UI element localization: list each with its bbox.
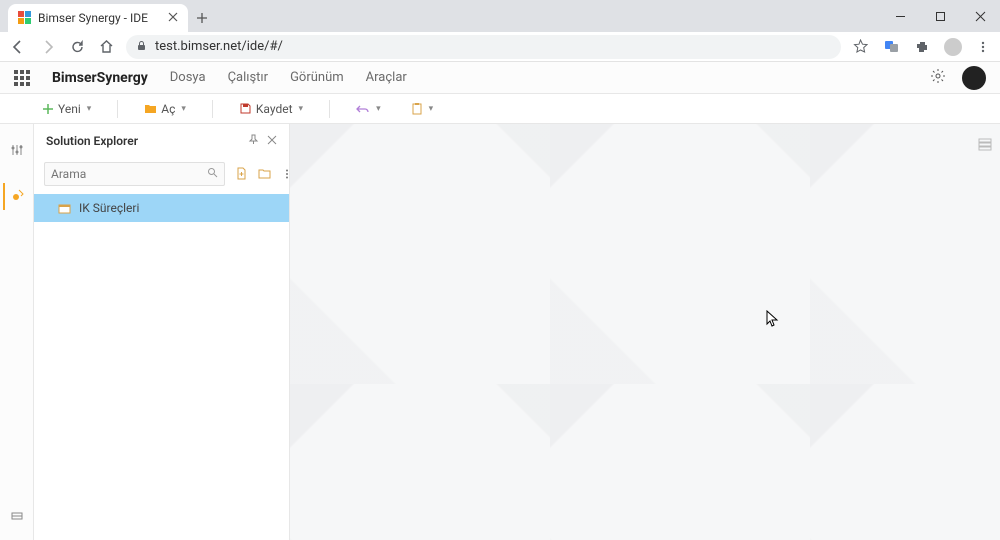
menu-tools[interactable]: Araçlar [366, 70, 407, 85]
bookmark-star-icon[interactable] [851, 37, 870, 56]
lock-icon [136, 40, 147, 54]
search-input[interactable] [51, 167, 207, 181]
tab-favicon [18, 11, 32, 25]
toolbar-separator [117, 100, 118, 118]
browser-menu-icon[interactable] [974, 38, 992, 56]
user-avatar[interactable] [962, 66, 986, 90]
url-field[interactable]: test.bimser.net/ide/#/ [126, 35, 841, 59]
rail-bottom-icon[interactable] [6, 503, 28, 530]
settings-gear-icon[interactable] [930, 68, 946, 88]
panel-header: Solution Explorer [34, 124, 289, 158]
url-text: test.bimser.net/ide/#/ [155, 39, 283, 54]
tree-item[interactable]: IK Süreçleri [34, 194, 289, 222]
chevron-down-icon: ▾ [299, 104, 304, 114]
menu-file[interactable]: Dosya [170, 70, 206, 85]
browser-tab-strip: Bimser Synergy - IDE [0, 0, 1000, 32]
solution-tree: IK Süreçleri [34, 194, 289, 540]
profile-avatar-small[interactable] [944, 38, 962, 56]
chevron-down-icon: ▾ [181, 104, 186, 114]
chevron-down-icon: ▾ [376, 104, 381, 114]
undo-button[interactable]: ▾ [350, 102, 387, 116]
extensions-puzzle-icon[interactable] [913, 37, 932, 56]
editor-content [290, 124, 1000, 540]
folder-open-icon [144, 102, 157, 115]
maximize-button[interactable] [920, 0, 960, 32]
open-button[interactable]: Aç ▾ [138, 102, 192, 116]
menu-run[interactable]: Çalıştır [228, 70, 269, 85]
address-bar: test.bimser.net/ide/#/ [0, 32, 1000, 62]
clipboard-button[interactable]: ▾ [405, 102, 440, 116]
new-button[interactable]: Yeni ▾ [36, 102, 97, 116]
rail-sliders-icon[interactable] [6, 138, 28, 165]
apps-grid-icon[interactable] [14, 70, 30, 86]
panel-tools [34, 158, 289, 194]
editor-layout-icon[interactable] [978, 136, 992, 155]
toolbar-separator [329, 100, 330, 118]
cursor-icon [766, 310, 780, 332]
chevron-down-icon: ▾ [87, 104, 92, 114]
menu-view[interactable]: Görünüm [290, 70, 344, 85]
panel-title: Solution Explorer [46, 134, 138, 148]
back-button[interactable] [8, 37, 28, 57]
reload-button[interactable] [68, 37, 87, 56]
undo-icon [356, 102, 370, 116]
minimize-button[interactable] [880, 0, 920, 32]
chevron-down-icon: ▾ [429, 104, 434, 114]
close-window-button[interactable] [960, 0, 1000, 32]
add-file-icon[interactable] [235, 165, 248, 184]
project-icon [58, 202, 71, 215]
tab-title: Bimser Synergy - IDE [38, 11, 148, 25]
pin-icon[interactable] [248, 134, 259, 148]
tab-close-icon[interactable] [168, 11, 178, 25]
search-box[interactable] [44, 162, 225, 186]
window-controls [880, 0, 1000, 32]
browser-tab[interactable]: Bimser Synergy - IDE [8, 4, 188, 32]
save-button[interactable]: Kaydet ▾ [233, 102, 309, 116]
new-tab-button[interactable] [188, 4, 216, 32]
open-label: Aç [161, 102, 175, 116]
brand-name: BimserSynergy [52, 70, 148, 86]
app-header: BimserSynergy Dosya Çalıştır Görünüm Ara… [0, 62, 1000, 94]
new-label: Yeni [58, 102, 81, 116]
search-icon [207, 167, 218, 181]
tree-item-label: IK Süreçleri [79, 201, 139, 215]
home-button[interactable] [97, 37, 116, 56]
save-label: Kaydet [256, 102, 293, 116]
save-disk-icon [239, 102, 252, 115]
rail-explorer-icon[interactable] [3, 183, 29, 210]
plus-icon [42, 103, 54, 115]
clipboard-icon [411, 102, 423, 116]
toolbar-separator [212, 100, 213, 118]
forward-button[interactable] [38, 37, 58, 57]
activity-rail [0, 124, 34, 540]
close-panel-icon[interactable] [267, 134, 277, 148]
solution-explorer-panel: Solution Explorer IK Süreçleri [34, 124, 290, 540]
translate-extension-icon[interactable] [882, 37, 901, 56]
browser-extension-area [851, 37, 992, 56]
folder-icon[interactable] [258, 165, 271, 184]
main-area: Solution Explorer IK Süreçleri [0, 124, 1000, 540]
toolbar: Yeni ▾ Aç ▾ Kaydet ▾ ▾ ▾ [0, 94, 1000, 124]
